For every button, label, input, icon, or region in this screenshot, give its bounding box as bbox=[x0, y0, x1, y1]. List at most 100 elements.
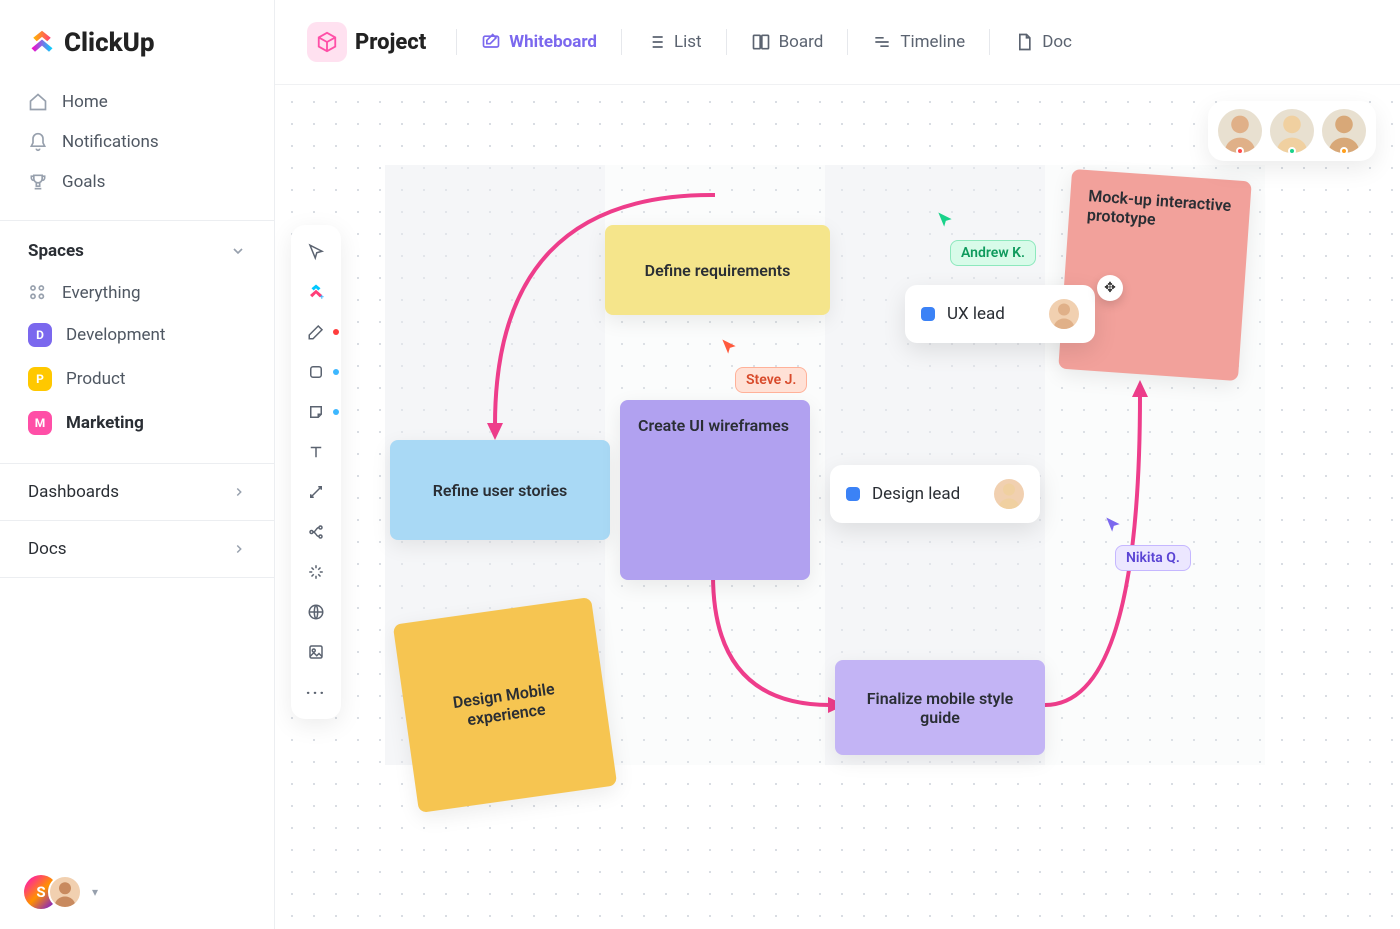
view-doc[interactable]: Doc bbox=[1004, 26, 1082, 58]
chevron-right-icon bbox=[232, 485, 246, 499]
space-badge-m: M bbox=[28, 411, 52, 435]
nav-notifications-label: Notifications bbox=[62, 132, 159, 152]
move-handle[interactable]: ✥ bbox=[1097, 275, 1123, 301]
mindmap-icon bbox=[307, 523, 325, 541]
whiteboard-icon bbox=[481, 32, 501, 52]
remote-cursor-andrew bbox=[935, 210, 955, 230]
project-title: Project bbox=[355, 30, 426, 55]
space-development-label: Development bbox=[66, 325, 165, 345]
timeline-icon bbox=[872, 32, 892, 52]
pen-icon bbox=[307, 323, 325, 341]
view-board[interactable]: Board bbox=[741, 26, 834, 58]
nav-goals-label: Goals bbox=[62, 172, 105, 192]
view-list[interactable]: List bbox=[636, 26, 712, 58]
box-icon bbox=[316, 31, 338, 53]
tool-shape[interactable] bbox=[299, 355, 333, 389]
spaces-header[interactable]: Spaces bbox=[0, 221, 274, 273]
tool-clickup[interactable]: + bbox=[299, 275, 333, 309]
cursor-tag-andrew: Andrew K. bbox=[950, 240, 1036, 266]
connector-icon bbox=[307, 483, 325, 501]
docs-label: Docs bbox=[28, 539, 67, 559]
caret-down-icon: ▾ bbox=[92, 885, 98, 899]
home-icon bbox=[28, 92, 48, 112]
task-design-lead-label: Design lead bbox=[872, 484, 960, 504]
space-everything[interactable]: Everything bbox=[18, 273, 256, 313]
remote-cursor-nikita bbox=[1103, 515, 1123, 535]
nav-notifications[interactable]: Notifications bbox=[18, 122, 256, 162]
spaces-list: Everything D Development P Product M Mar… bbox=[0, 273, 274, 463]
whiteboard-canvas[interactable]: + ··· bbox=[275, 85, 1400, 929]
dashboards-label: Dashboards bbox=[28, 482, 119, 502]
sticky-note-icon bbox=[307, 403, 325, 421]
view-whiteboard[interactable]: Whiteboard bbox=[471, 26, 607, 58]
tool-pen[interactable] bbox=[299, 315, 333, 349]
sparkle-icon bbox=[307, 563, 325, 581]
user-avatar bbox=[48, 875, 82, 909]
nav-main: Home Notifications Goals bbox=[0, 78, 274, 220]
globe-icon bbox=[307, 603, 325, 621]
bell-icon bbox=[28, 132, 48, 152]
nav-goals[interactable]: Goals bbox=[18, 162, 256, 202]
tool-select[interactable] bbox=[299, 235, 333, 269]
nav-home-label: Home bbox=[62, 92, 108, 112]
chevron-down-icon bbox=[230, 243, 246, 259]
sidebar-dashboards[interactable]: Dashboards bbox=[0, 463, 274, 520]
space-marketing[interactable]: M Marketing bbox=[18, 401, 256, 445]
presence-bar[interactable] bbox=[1208, 101, 1376, 161]
grid-icon bbox=[28, 283, 48, 303]
note-define[interactable]: Define requirements bbox=[605, 225, 830, 315]
nav-home[interactable]: Home bbox=[18, 82, 256, 122]
view-list-label: List bbox=[674, 32, 702, 52]
brand-logo[interactable]: ClickUp bbox=[0, 0, 274, 78]
space-everything-label: Everything bbox=[62, 283, 141, 303]
clickup-logo-icon bbox=[28, 29, 56, 57]
cursor-icon bbox=[307, 243, 325, 261]
remote-cursor-steve bbox=[719, 337, 739, 357]
ellipsis-icon: ··· bbox=[306, 683, 326, 702]
chevron-right-icon bbox=[232, 542, 246, 556]
tool-text[interactable] bbox=[299, 435, 333, 469]
view-timeline-label: Timeline bbox=[900, 32, 965, 52]
tool-sticky[interactable] bbox=[299, 395, 333, 429]
svg-text:+: + bbox=[320, 293, 324, 302]
space-product-label: Product bbox=[66, 369, 125, 389]
space-marketing-label: Marketing bbox=[66, 413, 144, 433]
project-icon[interactable] bbox=[307, 22, 347, 62]
task-design-lead[interactable]: Design lead bbox=[830, 465, 1040, 523]
tool-connector[interactable] bbox=[299, 475, 333, 509]
note-finalize[interactable]: Finalize mobile style guide bbox=[835, 660, 1045, 755]
cursor-tag-steve: Steve J. bbox=[735, 367, 807, 393]
task-ux-lead-label: UX lead bbox=[947, 304, 1005, 324]
note-mobile[interactable]: Design Mobile experience bbox=[393, 597, 617, 813]
presence-avatar[interactable] bbox=[1270, 109, 1314, 153]
clickup-add-icon: + bbox=[307, 283, 325, 301]
sidebar-docs[interactable]: Docs bbox=[0, 520, 274, 578]
task-ux-lead[interactable]: UX lead bbox=[905, 285, 1095, 343]
cursor-tag-nikita: Nikita Q. bbox=[1115, 545, 1191, 571]
image-icon bbox=[307, 643, 325, 661]
task-avatar bbox=[994, 479, 1024, 509]
workspace-switcher[interactable]: S ▾ bbox=[0, 855, 274, 929]
tool-web[interactable] bbox=[299, 595, 333, 629]
view-timeline[interactable]: Timeline bbox=[862, 26, 975, 58]
note-refine[interactable]: Refine user stories bbox=[390, 440, 610, 540]
task-status-icon bbox=[846, 487, 860, 501]
tool-image[interactable] bbox=[299, 635, 333, 669]
presence-avatar[interactable] bbox=[1322, 109, 1366, 153]
tool-magic[interactable] bbox=[299, 555, 333, 589]
spaces-title: Spaces bbox=[28, 241, 84, 261]
note-wireframes[interactable]: Create UI wireframes bbox=[620, 400, 810, 580]
tool-mindmap[interactable] bbox=[299, 515, 333, 549]
brand-name: ClickUp bbox=[64, 28, 155, 58]
space-product[interactable]: P Product bbox=[18, 357, 256, 401]
view-whiteboard-label: Whiteboard bbox=[509, 32, 597, 52]
presence-avatar[interactable] bbox=[1218, 109, 1262, 153]
topbar: Project Whiteboard List Board Timeline bbox=[275, 0, 1400, 85]
note-mockup[interactable]: Mock-up interactive prototype bbox=[1058, 169, 1252, 381]
tool-more[interactable]: ··· bbox=[299, 675, 333, 709]
view-doc-label: Doc bbox=[1042, 32, 1072, 52]
trophy-icon bbox=[28, 172, 48, 192]
space-development[interactable]: D Development bbox=[18, 313, 256, 357]
view-board-label: Board bbox=[779, 32, 824, 52]
list-icon bbox=[646, 32, 666, 52]
